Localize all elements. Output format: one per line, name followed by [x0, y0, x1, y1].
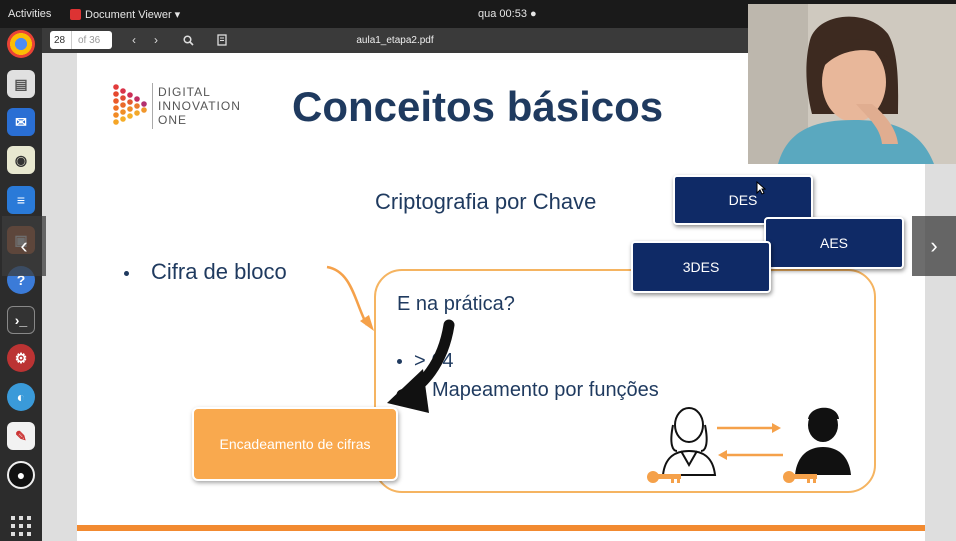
show-applications-icon[interactable]: [11, 516, 31, 536]
chrome-icon[interactable]: [7, 30, 35, 58]
man-user-icon: [795, 407, 851, 475]
thunderbird-icon[interactable]: ✉: [7, 108, 35, 136]
settings-icon[interactable]: ⚙: [7, 344, 35, 372]
next-slide-button[interactable]: ›: [912, 216, 956, 276]
document-viewer-icon: [70, 9, 81, 20]
aes-box: AES: [764, 217, 904, 269]
writer-icon[interactable]: ≡: [7, 186, 35, 214]
activities-button[interactable]: Activities: [8, 8, 51, 20]
browser-icon[interactable]: ◐: [7, 383, 35, 411]
slide-bottom-bar: [77, 525, 925, 531]
app-menu[interactable]: Document Viewer ▾: [70, 8, 180, 21]
3des-box: 3DES: [631, 241, 771, 293]
app-menu-label: Document Viewer ▾: [85, 9, 181, 21]
terminal-icon[interactable]: ›_: [7, 306, 35, 334]
presenter-video-icon: [748, 4, 956, 164]
previous-slide-button[interactable]: ‹: [2, 216, 46, 276]
webcam-overlay: [748, 4, 956, 164]
rhythmbox-icon[interactable]: ◉: [7, 146, 35, 174]
files-icon[interactable]: ▤: [7, 70, 35, 98]
woman-user-icon: [661, 407, 717, 476]
viewer-header: 28 of 36 ‹ › aula1_etapa2.pdf: [42, 28, 748, 53]
document-title: aula1_etapa2.pdf: [356, 35, 434, 46]
text-editor-icon[interactable]: ✎: [7, 422, 35, 450]
mouse-cursor-icon: [756, 181, 766, 195]
clock[interactable]: qua 00:53 ●: [478, 8, 537, 20]
dock: ▤ ✉ ◉ ≡ ▣ ? ›_ ⚙ ◐ ✎ ●: [0, 28, 42, 541]
curved-arrow-icon: [326, 265, 369, 326]
encadeamento-box: Encadeamento de cifras: [192, 407, 398, 481]
obs-icon[interactable]: ●: [7, 461, 35, 489]
